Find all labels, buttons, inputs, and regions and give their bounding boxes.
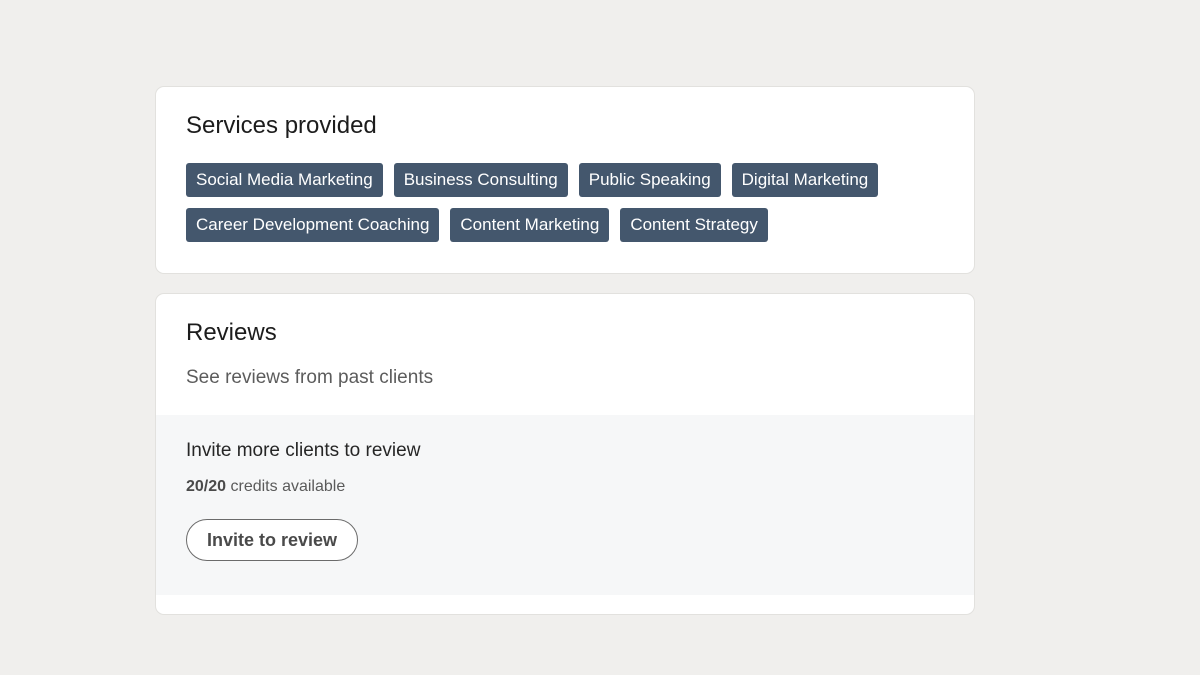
invite-title: Invite more clients to review	[186, 440, 421, 461]
services-card: Services provided Social Media Marketing…	[155, 86, 975, 274]
service-tag: Public Speaking	[578, 163, 721, 197]
credits-text: 20/20 credits available	[186, 477, 944, 497]
reviews-header: Reviews See reviews from past clients	[156, 294, 974, 415]
service-tag: Business Consulting	[393, 163, 568, 197]
service-tag: Career Development Coaching	[186, 208, 440, 242]
invite-to-review-button[interactable]: Invite to review	[186, 519, 359, 561]
reviews-card: Reviews See reviews from past clients In…	[155, 293, 975, 615]
service-tag: Content Strategy	[620, 208, 768, 242]
services-title: Services provided	[186, 112, 377, 139]
service-tag: Social Media Marketing	[186, 163, 383, 197]
credits-count: 20/20	[186, 478, 227, 495]
services-tag-list: Social Media Marketing Business Consulti…	[186, 163, 946, 242]
credits-label: credits available	[230, 478, 346, 495]
reviews-subtitle: See reviews from past clients	[186, 367, 434, 388]
service-tag: Digital Marketing	[731, 163, 879, 197]
reviews-title: Reviews	[186, 319, 277, 346]
service-tag: Content Marketing	[450, 208, 610, 242]
invite-panel: Invite more clients to review 20/20 cred…	[156, 415, 974, 595]
